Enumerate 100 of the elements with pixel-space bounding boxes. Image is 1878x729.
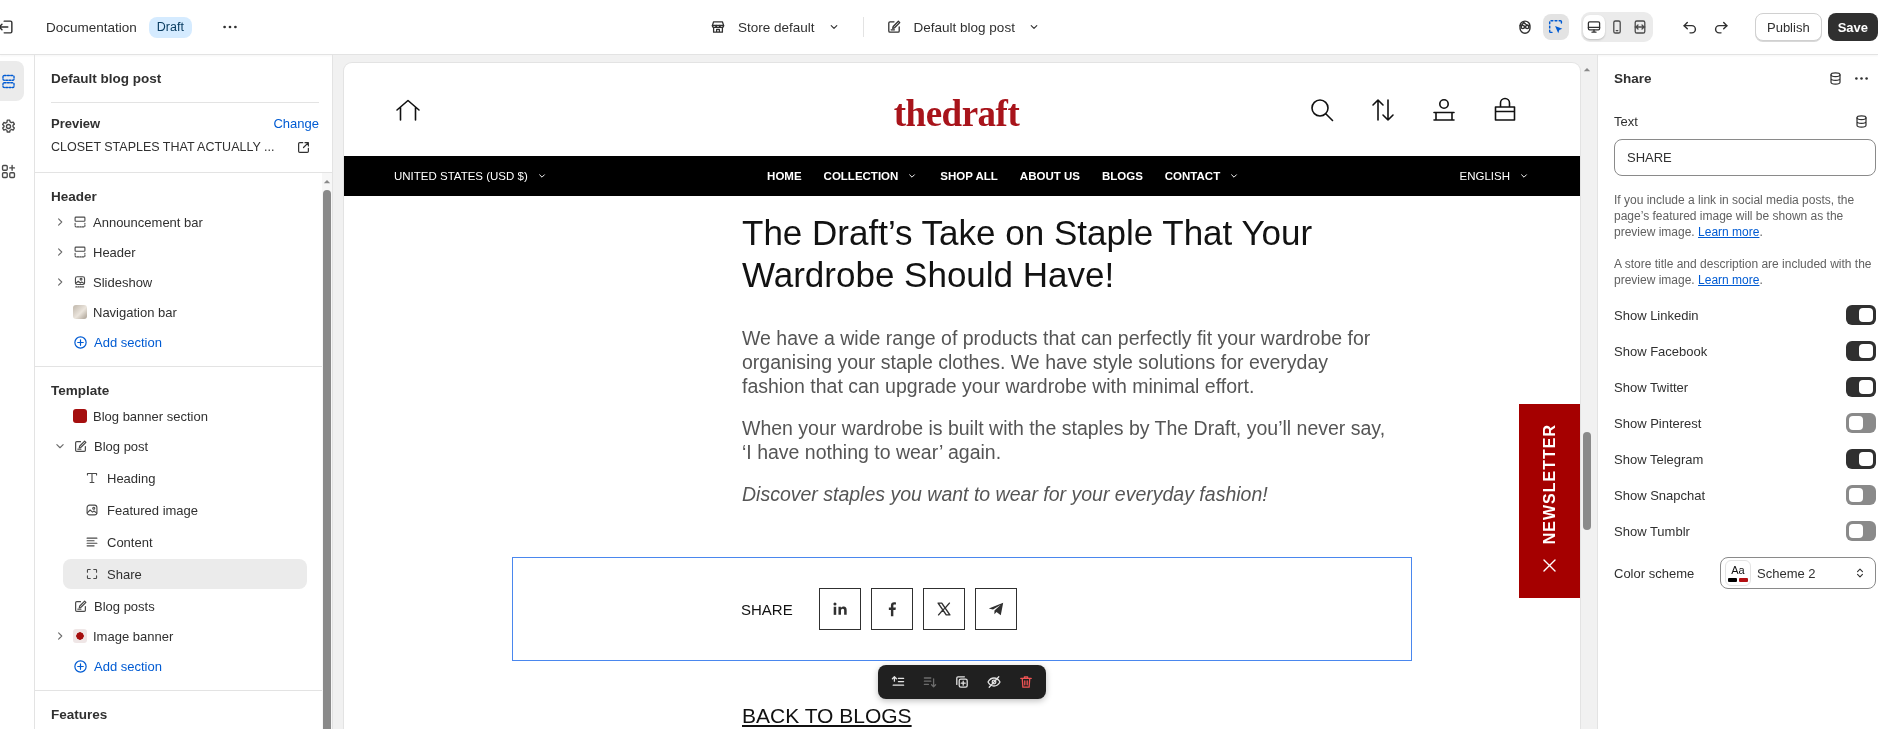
toggle-switch[interactable] — [1846, 449, 1876, 469]
menu-link[interactable]: ABOUT US — [1019, 170, 1080, 182]
desktop-view-button[interactable] — [1583, 15, 1605, 39]
sections-button[interactable] — [0, 61, 24, 101]
color-swatch-icon — [73, 409, 87, 423]
color-bars-icon — [1728, 577, 1748, 582]
article-paragraph: We have a wide range of products that can perfectly fit your wardrobe for organising your staple clothes. We have style solutions for everyday fashion that can upgrade your wardrobe with minimal effort. — [742, 326, 1372, 398]
status-badge: Draft — [148, 16, 192, 38]
panel-title: Default blog post — [51, 55, 319, 103]
toggle-switch[interactable] — [1846, 485, 1876, 505]
currency-selector[interactable]: UNITED STATES (USD $) — [394, 170, 548, 182]
menu-link[interactable]: BLOGS — [1101, 170, 1143, 182]
photo-thumbnail — [73, 305, 87, 319]
field-label: Text — [1614, 113, 1638, 129]
scrollbar-thumb[interactable] — [1583, 432, 1591, 530]
language-selector[interactable]: ENGLISH — [1459, 170, 1530, 182]
add-section-button[interactable]: Add section — [51, 327, 307, 357]
toggle-switch[interactable] — [1846, 377, 1876, 397]
edit-icon — [73, 438, 88, 454]
toggle-switch[interactable] — [1846, 521, 1876, 541]
share-label: SHARE — [741, 600, 793, 618]
external-link-icon[interactable] — [296, 139, 311, 155]
layout-icon — [73, 215, 87, 229]
setting-label: Show Telegram — [1614, 451, 1704, 467]
block-item[interactable]: Share — [63, 559, 307, 589]
section-item[interactable]: Announcement bar — [51, 207, 307, 237]
sections-icon — [0, 72, 17, 90]
x-share-button[interactable] — [922, 588, 965, 630]
section-item[interactable]: Blog posts — [51, 591, 307, 621]
section-item[interactable]: Blog banner section — [51, 401, 307, 431]
setting-label: Color scheme — [1614, 565, 1696, 581]
store-logo[interactable]: thedraft — [893, 95, 1020, 132]
italic-paragraph: Discover staples you want to wear for your everyday fashion! — [742, 482, 1269, 506]
scrollbar[interactable] — [322, 173, 332, 729]
inspect-button[interactable] — [1543, 14, 1569, 40]
block-item[interactable]: Featured image — [63, 495, 307, 525]
block-item[interactable]: Content — [63, 527, 307, 557]
add-section-button[interactable]: Add section — [51, 651, 307, 681]
layout-icon — [73, 245, 87, 259]
setting-label: Show Snapchat — [1614, 487, 1706, 503]
facebook-share-button[interactable] — [870, 588, 913, 630]
publish-button[interactable]: Publish — [1755, 13, 1822, 41]
glasses-face-icon — [1516, 18, 1534, 36]
theme-selector[interactable]: Store default — [706, 13, 845, 41]
group-heading: Template — [51, 381, 111, 400]
section-item[interactable]: Image banner — [51, 621, 307, 651]
search-icon[interactable] — [1309, 96, 1335, 123]
database-icon[interactable] — [1828, 70, 1843, 86]
linkedin-share-button[interactable] — [818, 588, 861, 630]
scroll-up-arrow-icon[interactable] — [1583, 66, 1591, 74]
telegram-share-button[interactable] — [974, 588, 1017, 630]
group-heading: Features — [51, 705, 109, 724]
color-scheme-select[interactable]: Aa Scheme 2 — [1720, 557, 1876, 589]
toggle-switch[interactable] — [1846, 341, 1876, 361]
up-down-arrows-icon[interactable] — [1370, 96, 1396, 123]
database-icon[interactable] — [1854, 113, 1869, 129]
back-to-blogs-link[interactable]: BACK TO BLOGS — [742, 705, 912, 727]
section-item[interactable]: Header — [51, 237, 307, 267]
move-down-icon — [922, 674, 938, 690]
eye-slash-icon — [986, 674, 1002, 690]
section-item[interactable]: Navigation bar — [51, 297, 307, 327]
text-field[interactable]: SHARE — [1614, 139, 1876, 176]
section-item[interactable]: Slideshow — [51, 267, 307, 297]
scrollbar-thumb[interactable] — [323, 190, 331, 729]
toggle-switch[interactable] — [1846, 413, 1876, 433]
expand-width-icon — [1632, 19, 1648, 35]
image-thumbnail — [73, 629, 87, 643]
menu-link[interactable]: SHOP ALL — [940, 170, 998, 182]
menu-link[interactable]: COLLECTION — [823, 170, 919, 182]
newsletter-tab[interactable]: NEWSLETTER — [1519, 404, 1580, 598]
paper-plane-icon — [986, 600, 1005, 618]
save-button[interactable]: Save — [1827, 13, 1878, 41]
toggle-switch[interactable] — [1846, 305, 1876, 325]
section-item[interactable]: Blog post — [51, 431, 307, 461]
exit-icon[interactable] — [0, 18, 15, 36]
slideshow-icon — [73, 275, 87, 289]
image-icon — [85, 503, 99, 517]
apps-icon — [0, 162, 17, 180]
text-icon — [85, 471, 99, 485]
template-selector[interactable]: Default blog post — [881, 13, 1045, 41]
account-icon[interactable] — [1431, 96, 1457, 123]
paragraph-icon — [85, 535, 99, 549]
block-item[interactable]: Heading — [63, 463, 307, 493]
shopping-bag-icon[interactable] — [1492, 96, 1518, 123]
menu-link[interactable]: CONTACT — [1164, 170, 1241, 182]
change-link[interactable]: Change — [273, 115, 319, 131]
setting-label: Show Pinterest — [1614, 415, 1702, 431]
menu-link[interactable]: HOME — [767, 170, 802, 182]
desktop-icon — [1586, 19, 1602, 35]
edit-icon — [73, 598, 88, 614]
setting-label: Show Linkedin — [1614, 307, 1699, 323]
theme-name: Documentation — [46, 19, 137, 35]
plus-circle-icon — [73, 334, 88, 350]
edit-icon — [885, 19, 902, 35]
article-paragraph: When your wardrobe is built with the staples by The Draft, you’ll never say, ‘I have nothing to wear’ again. — [742, 416, 1387, 464]
close-icon[interactable] — [1541, 557, 1558, 575]
help-text: A store title and description are included with the preview image. Learn more. — [1614, 256, 1873, 288]
scroll-up-arrow-icon[interactable] — [323, 178, 331, 186]
article-title: The Draft’s Take on Staple That Your Wardrobe Should Have! — [742, 212, 1314, 296]
cursor-select-icon — [1547, 18, 1565, 36]
